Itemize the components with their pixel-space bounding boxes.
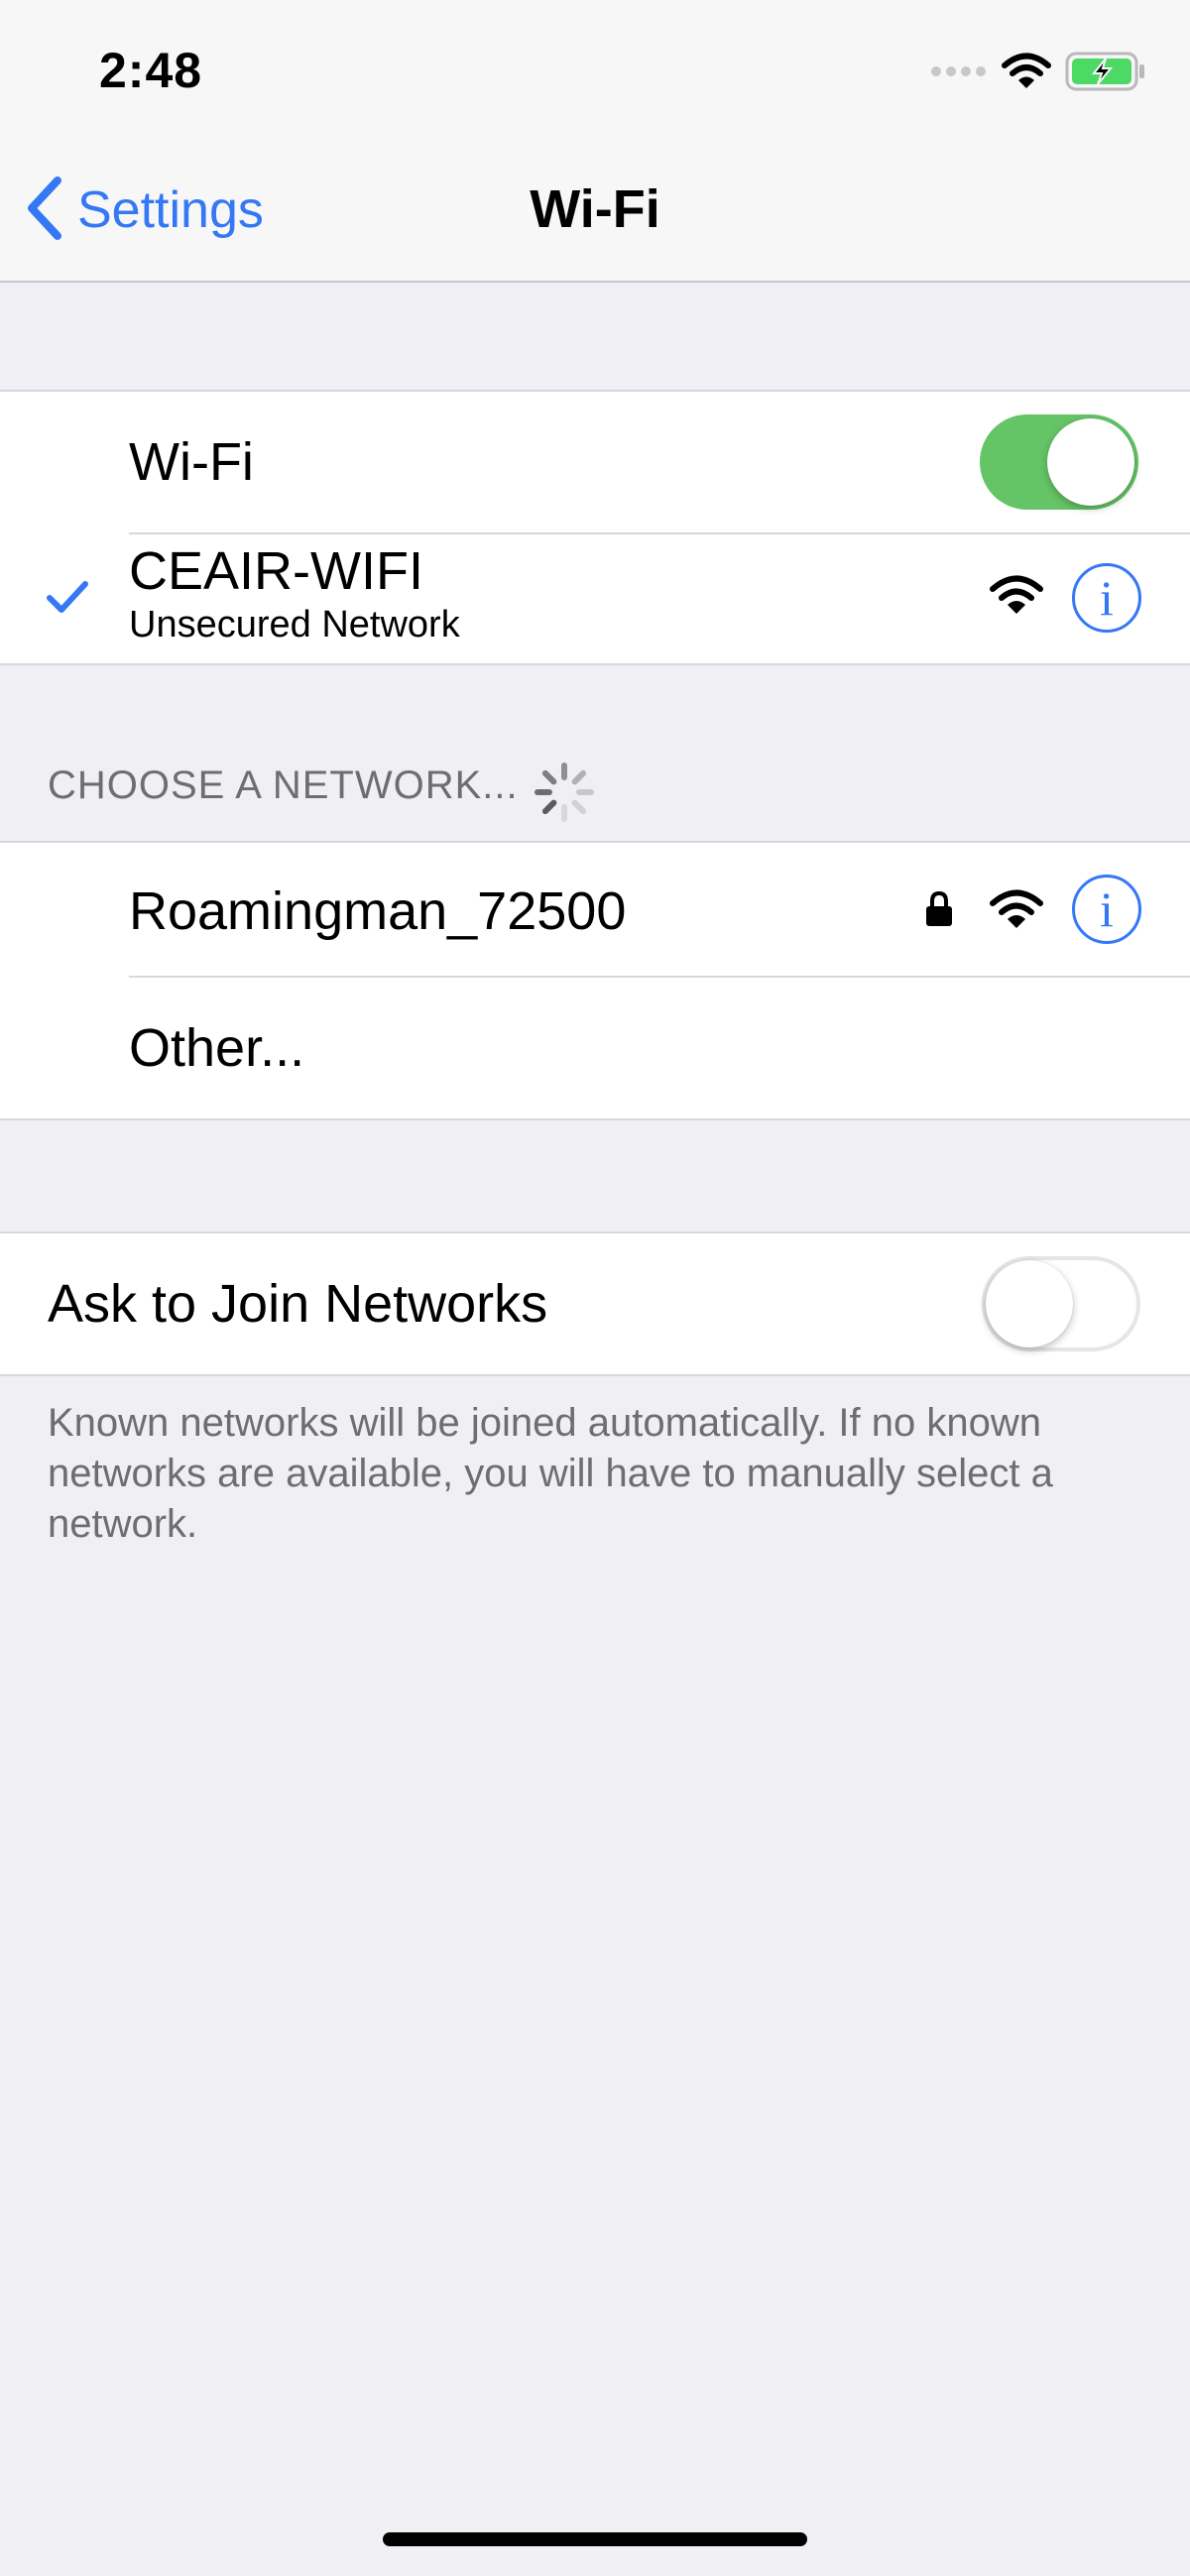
toggle-knob: [986, 1260, 1073, 1347]
connected-network-name: CEAIR-WIFI: [129, 541, 423, 601]
lock-icon: [924, 890, 954, 933]
section-header: CHOOSE A NETWORK...: [48, 763, 519, 807]
wifi-toggle[interactable]: [980, 414, 1138, 510]
status-icons: [930, 52, 1146, 95]
info-icon[interactable]: i: [1072, 875, 1141, 944]
wifi-settings-screen: 2:48 Settings Wi-Fi Wi-Fi CEAIR-WIFI Uns…: [0, 0, 1190, 2576]
wifi-signal-icon: [990, 574, 1043, 621]
ask-to-join-toggle[interactable]: [982, 1256, 1140, 1351]
top-bar: 2:48 Settings Wi-Fi: [0, 0, 1190, 283]
wifi-toggle-row: Wi-Fi: [0, 392, 1190, 532]
wifi-signal-icon: [990, 888, 1043, 935]
ask-to-join-label: Ask to Join Networks: [48, 1274, 548, 1334]
ask-to-join-footer: Known networks will be joined automatica…: [48, 1401, 1053, 1546]
network-name: Roamingman_72500: [129, 881, 627, 941]
battery-charging-icon: [1065, 52, 1146, 96]
wifi-icon: [1002, 53, 1051, 95]
wifi-toggle-label: Wi-Fi: [129, 432, 254, 492]
ask-to-join-row: Ask to Join Networks: [0, 1233, 1190, 1374]
connected-network-row[interactable]: CEAIR-WIFI Unsecured Network i: [0, 534, 1190, 663]
network-list-group: Roamingman_72500 i Other...: [0, 841, 1190, 1120]
loading-spinner-icon: [532, 760, 597, 825]
checkmark-icon: [46, 580, 89, 621]
info-icon[interactable]: i: [1072, 563, 1141, 633]
toggle-knob: [1047, 418, 1134, 506]
connected-network-security: Unsecured Network: [129, 604, 460, 645]
other-network-row[interactable]: Other...: [0, 978, 1190, 1118]
other-network-label: Other...: [129, 1018, 305, 1078]
network-row[interactable]: Roamingman_72500 i: [0, 843, 1190, 976]
page-title: Wi-Fi: [530, 179, 660, 239]
cellular-dots-icon: [930, 64, 988, 83]
ask-to-join-group: Ask to Join Networks: [0, 1231, 1190, 1376]
wifi-group: Wi-Fi CEAIR-WIFI Unsecured Network i: [0, 390, 1190, 665]
home-indicator[interactable]: [383, 2532, 807, 2546]
status-time: 2:48: [99, 43, 203, 98]
